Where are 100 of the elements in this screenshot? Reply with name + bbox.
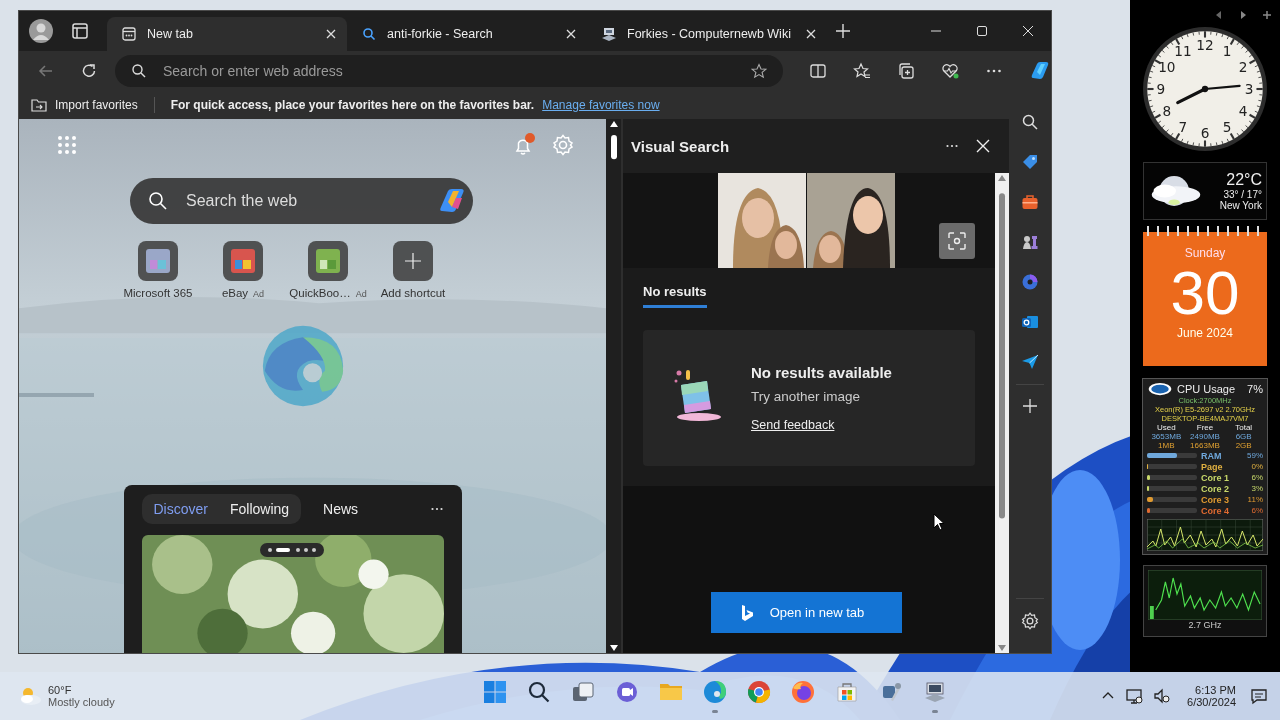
temperature-range: 33° / 17° — [1223, 189, 1262, 200]
import-icon[interactable] — [31, 97, 47, 113]
meter-label: RAM — [1201, 450, 1223, 461]
close-icon[interactable] — [325, 28, 337, 40]
import-favorites-button[interactable]: Import favorites — [55, 98, 138, 112]
meter-label: Core 2 — [1201, 483, 1230, 494]
chrome-icon[interactable] — [746, 679, 771, 704]
clock-numeral: 11 — [1174, 43, 1192, 60]
temperature[interactable]: 60°F — [48, 684, 115, 696]
meter-label: Core 4 — [1201, 505, 1230, 516]
page-icon — [121, 26, 137, 42]
scan-icon — [947, 231, 967, 251]
browser-tab[interactable]: Forkies - Computernewb Wiki — [587, 17, 827, 51]
refresh-icon[interactable] — [80, 62, 98, 80]
message-text: Try another image — [751, 389, 861, 404]
frequency-reading: 2.7 GHz — [1188, 620, 1222, 630]
browser-tab[interactable]: anti-forkie - Search — [347, 17, 587, 51]
usage-bar — [1147, 453, 1197, 458]
scrollbar[interactable] — [607, 119, 620, 653]
send-feedback-link[interactable]: Send feedback — [751, 418, 835, 432]
manage-favorites-link[interactable]: Manage favorites now — [542, 98, 660, 112]
browser-tab[interactable]: New tab — [107, 17, 347, 51]
memory-value: 1MB — [1157, 441, 1176, 450]
temperature: 22°C — [1226, 171, 1262, 189]
clock-time[interactable]: 6:13 PM — [1195, 684, 1236, 696]
clock-numeral: 7 — [1178, 119, 1188, 136]
collections-icon[interactable] — [897, 62, 915, 80]
scrollbar[interactable] — [996, 173, 1008, 653]
memory-value: 2GB — [1234, 441, 1253, 450]
edge-icon[interactable] — [702, 679, 727, 704]
heart-icon[interactable] — [941, 62, 959, 80]
meter-reading: 6% — [1251, 473, 1263, 482]
memory-value: 1663MB — [1189, 441, 1221, 450]
clock-numeral: 6 — [1200, 125, 1210, 142]
meter-reading: 59% — [1247, 451, 1263, 460]
search-icon — [361, 26, 377, 42]
close-icon[interactable] — [565, 28, 577, 40]
video-chat-icon[interactable] — [614, 679, 639, 704]
memory-value: 2490MB — [1189, 432, 1221, 441]
settings-icon[interactable] — [1021, 612, 1039, 630]
speaker-icon[interactable] — [1153, 687, 1172, 705]
maximize-icon[interactable] — [976, 25, 988, 37]
clock-date[interactable]: 6/30/2024 — [1187, 696, 1236, 708]
close-icon[interactable] — [975, 138, 991, 154]
close-icon[interactable] — [1022, 25, 1034, 37]
add-icon[interactable] — [1022, 398, 1038, 414]
clock-numeral: 10 — [1158, 59, 1176, 76]
cpu-percent: 7% — [1247, 383, 1263, 395]
meter-reading: 6% — [1251, 506, 1263, 515]
open-in-new-tab-button[interactable]: Open in new tab — [710, 592, 902, 633]
month-year: June 2024 — [1176, 326, 1234, 340]
previous-icon[interactable] — [1214, 10, 1224, 20]
usage-bar — [1147, 497, 1197, 502]
clock-numeral: 3 — [1244, 81, 1254, 98]
weekday: Sunday — [1184, 246, 1226, 260]
close-icon[interactable] — [805, 28, 817, 40]
meter-reading: 11% — [1247, 495, 1263, 504]
copilot-icon[interactable] — [1021, 273, 1039, 291]
mail-icon[interactable] — [1021, 313, 1039, 331]
search-icon[interactable] — [1021, 113, 1039, 131]
workspaces-icon[interactable] — [71, 22, 89, 40]
start-icon[interactable] — [482, 679, 507, 704]
star-icon[interactable] — [751, 63, 767, 79]
lens-button[interactable] — [939, 223, 975, 259]
favorites-hint: For quick access, place your favorites here on the favorites bar. — [170, 98, 535, 112]
address-bar[interactable]: Search or enter web address — [115, 55, 783, 87]
column-header: Total — [1234, 423, 1254, 432]
chess-pieces-icon[interactable] — [1021, 233, 1039, 251]
tag-icon[interactable] — [1021, 153, 1039, 171]
send-icon[interactable] — [1021, 353, 1039, 371]
day-number: 30 — [1170, 260, 1240, 326]
results-tab[interactable]: No results — [643, 284, 707, 308]
clock-hands — [1176, 84, 1241, 105]
notifications-icon[interactable] — [1250, 687, 1268, 705]
meter-label: Core 3 — [1201, 494, 1230, 505]
message-title: No results available — [751, 364, 892, 381]
computer-icon — [601, 26, 617, 42]
network-icon[interactable] — [1125, 687, 1144, 705]
avatar-icon[interactable] — [27, 17, 55, 45]
briefcase-icon[interactable] — [1021, 193, 1039, 211]
memory-value: 3653MB — [1150, 432, 1183, 441]
chip-logo-icon — [1147, 382, 1173, 396]
gadget-title: CPU Usage — [1177, 383, 1237, 395]
split-screen-icon[interactable] — [809, 62, 827, 80]
usage-bar — [1147, 464, 1197, 469]
task-view-icon[interactable] — [570, 679, 595, 704]
weather-condition[interactable]: Mostly cloudy — [48, 696, 115, 708]
meter-reading: 0% — [1251, 462, 1263, 471]
favorites-icon[interactable] — [853, 62, 871, 80]
firefox-icon[interactable] — [790, 679, 815, 704]
panel-title: Visual Search — [631, 137, 730, 155]
mouse-pointer-icon — [933, 513, 945, 531]
search-icon[interactable] — [526, 679, 551, 704]
meter-label: Page — [1201, 461, 1224, 472]
copilot-icon[interactable] — [1029, 60, 1051, 82]
add-gadget-icon[interactable] — [1262, 10, 1272, 20]
new-tab-icon[interactable] — [835, 23, 851, 39]
column-header: Used — [1156, 423, 1177, 432]
next-icon[interactable] — [1238, 10, 1248, 20]
usage-bar — [1147, 508, 1197, 513]
